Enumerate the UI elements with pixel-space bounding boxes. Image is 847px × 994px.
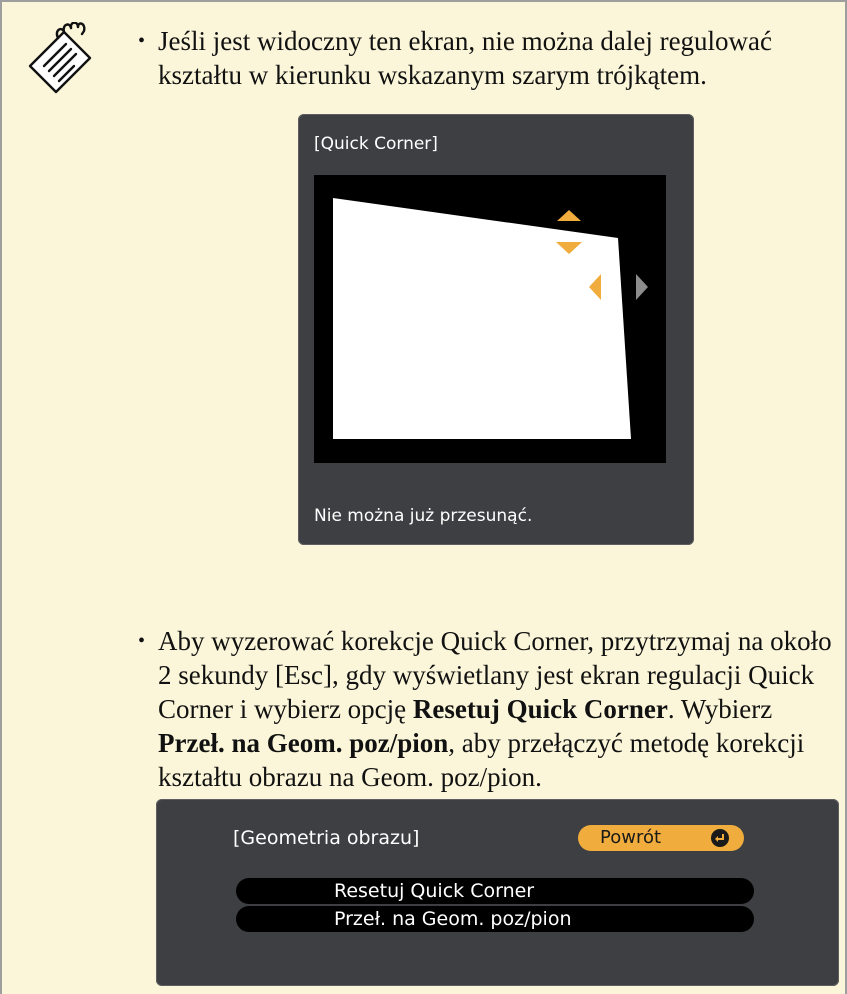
quick-corner-screen: [Quick Corner] Nie można już przesunąć.: [298, 114, 694, 545]
geometry-menu-screen: [Geometria obrazu] Powrót Resetuj Quick …: [156, 799, 839, 986]
menu-item-switch-hv-keystone[interactable]: Przeł. na Geom. poz/pion: [236, 906, 754, 932]
bullet-text-part: . Wybierz: [667, 694, 773, 724]
note-pencil-icon: [28, 22, 92, 94]
bullet-text: Aby wyzerować korekcje Quick Corner, prz…: [158, 624, 838, 794]
bullet-text: Jeśli jest widoczny ten ekran, nie można…: [158, 26, 773, 90]
bullet-bold-option: Resetuj Quick Corner: [412, 694, 668, 724]
projection-preview: [314, 175, 666, 463]
bullet-dot: •: [138, 30, 146, 52]
arrow-up-icon: [557, 210, 581, 221]
screen-title: [Quick Corner]: [314, 134, 438, 154]
screen-title: [Geometria obrazu]: [233, 827, 420, 849]
back-button[interactable]: Powrót: [578, 825, 744, 851]
note-bullet-2: • Aby wyzerować korekcje Quick Corner, p…: [138, 624, 838, 794]
menu-item-reset-quick-corner[interactable]: Resetuj Quick Corner: [236, 878, 754, 904]
arrow-right-disabled-icon: [636, 274, 648, 300]
geometry-menu-list: Resetuj Quick Corner Przeł. na Geom. poz…: [236, 878, 754, 934]
bullet-dot: •: [138, 630, 146, 652]
status-message: Nie można już przesunąć.: [314, 506, 533, 526]
enter-icon: [711, 829, 729, 847]
projected-image-shape: [333, 198, 631, 439]
note-bullet-1: • Jeśli jest widoczny ten ekran, nie moż…: [138, 24, 838, 92]
back-button-label: Powrót: [600, 827, 662, 848]
menu-item-label: Przeł. na Geom. poz/pion: [334, 908, 572, 930]
bullet-bold-option: Przeł. na Geom. poz/pion: [158, 728, 449, 758]
note-box: • Jeśli jest widoczny ten ekran, nie moż…: [0, 0, 847, 994]
menu-item-label: Resetuj Quick Corner: [334, 880, 535, 902]
